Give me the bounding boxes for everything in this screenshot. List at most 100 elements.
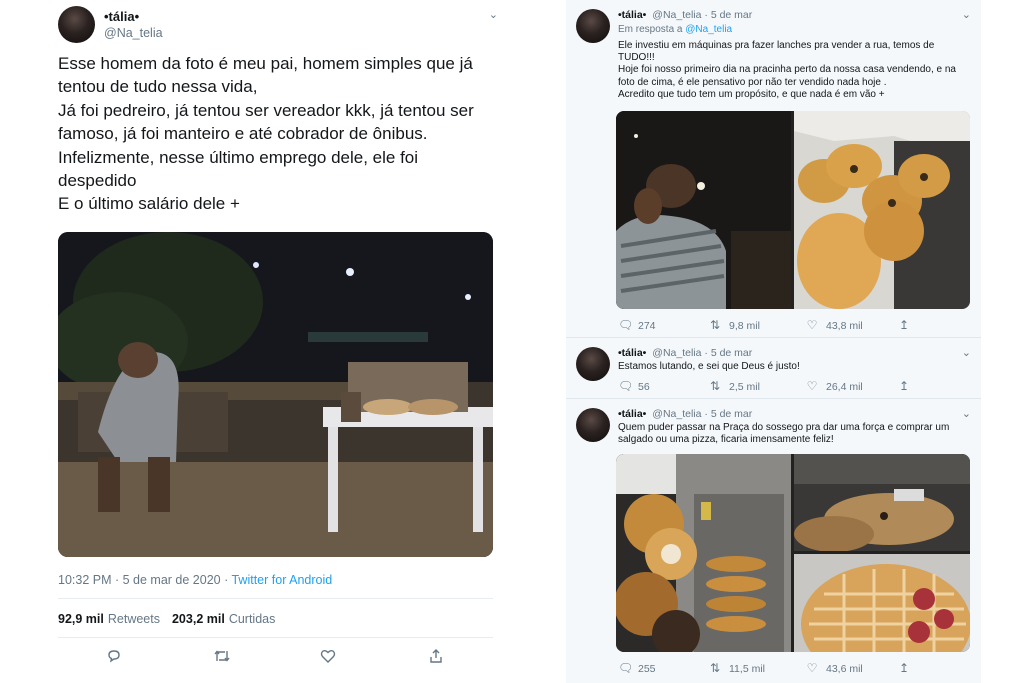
reply-to-prefix: Em resposta a (618, 24, 686, 35)
timestamp-text: 10:32 PM · 5 de mar de 2020 · (58, 573, 232, 587)
photo-pastries[interactable] (794, 111, 970, 309)
like-button[interactable]: ♡ 26,4 mil (806, 379, 863, 393)
retweet-icon: ⇅ (709, 318, 721, 332)
author-name[interactable]: •tália• (618, 9, 646, 21)
reply-count: 274 (638, 320, 656, 332)
avatar[interactable] (576, 347, 610, 381)
tweet-photo[interactable] (58, 232, 493, 557)
reply-icon (108, 650, 120, 663)
like-button[interactable] (320, 648, 336, 667)
author-name[interactable]: •tália• (104, 9, 139, 24)
tweet-date[interactable]: · 5 de mar (704, 9, 752, 21)
main-tweet: •tália• @Na_telia ⌄ Esse homem da foto é… (44, 0, 506, 683)
tweet-text-line: Acredito que tudo tem um propósito, e qu… (618, 88, 885, 100)
like-count: 26,4 mil (826, 381, 863, 393)
tweet-date[interactable]: · 5 de mar (704, 347, 752, 359)
retweets-count: 92,9 mil (58, 612, 104, 626)
like-count: 43,8 mil (826, 320, 863, 332)
tweet-text: Estamos lutando, e sei que Deus é justo! (618, 361, 973, 373)
reply-to-handle[interactable]: @Na_telia (685, 24, 732, 35)
pastries-photo (794, 111, 970, 309)
reply-to-line: Em resposta a @Na_telia (618, 24, 973, 36)
like-button[interactable]: ♡ 43,8 mil (806, 318, 863, 332)
photo-oven-tray[interactable] (794, 454, 970, 552)
share-button[interactable]: ↥ (898, 318, 918, 332)
reply-icon: 🗨 (618, 661, 634, 675)
tweet-text-line: salgado ou uma pizza, ficaria imensament… (618, 434, 834, 446)
like-button[interactable]: ♡ 43,6 mil (806, 661, 863, 675)
retweet-count: 11,5 mil (729, 663, 765, 675)
night-plaza-photo (58, 232, 493, 557)
tweet-text-line: Estamos lutando, e sei que Deus é justo! (618, 361, 800, 372)
author-name[interactable]: •tália• (618, 347, 646, 359)
share-button[interactable]: ↥ (898, 379, 918, 393)
divider (58, 637, 493, 638)
share-icon: ↥ (898, 318, 910, 332)
tweet-header: •tália• @Na_telia ⌄ (58, 6, 498, 46)
reply-button[interactable]: 🗨 255 (618, 661, 656, 675)
oven-tray-photo (794, 454, 970, 552)
chevron-down-icon[interactable]: ⌄ (489, 8, 498, 21)
tweet-header: •tália• @Na_telia · 5 de mar (618, 347, 752, 359)
like-icon: ♡ (806, 318, 818, 332)
engagement-stats: 92,9 mil Retweets 203,2 mil Curtidas (58, 612, 275, 626)
tweet-media-grid[interactable] (616, 454, 970, 652)
likes-stat[interactable]: 203,2 mil Curtidas (172, 612, 275, 626)
retweets-stat[interactable]: 92,9 mil Retweets (58, 612, 160, 626)
reply-button[interactable]: 🗨 56 (618, 379, 650, 393)
avatar[interactable] (576, 9, 610, 43)
retweet-button[interactable]: ⇅ 11,5 mil (709, 661, 765, 675)
divider (58, 598, 493, 599)
retweets-label: Retweets (107, 612, 160, 626)
avatar[interactable] (58, 6, 95, 43)
like-count: 43,6 mil (826, 663, 863, 675)
tweet-text-line: E o último salário dele + (58, 194, 240, 214)
tweet-text-line: tentou de tudo nessa vida, (58, 77, 258, 97)
avatar[interactable] (576, 408, 610, 442)
tweet-text-line: Já foi pedreiro, já tentou ser vereador … (58, 100, 474, 120)
reply-count: 255 (638, 663, 656, 675)
retweet-button[interactable]: ⇅ 2,5 mil (709, 379, 760, 393)
source-link[interactable]: Twitter for Android (231, 573, 332, 587)
chevron-down-icon[interactable]: ⌄ (962, 346, 971, 359)
reply-tweet[interactable]: •tália• @Na_telia · 5 de mar ⌄ Em respos… (566, 0, 981, 337)
retweet-icon (214, 650, 230, 662)
reply-button[interactable]: 🗨 274 (618, 318, 656, 332)
chevron-down-icon[interactable]: ⌄ (962, 407, 971, 420)
reply-tweet[interactable]: •tália• @Na_telia · 5 de mar ⌄ Estamos l… (566, 338, 981, 397)
author-handle[interactable]: @Na_telia (104, 26, 163, 40)
like-icon: ♡ (806, 379, 818, 393)
tweet-text-line: despedido (58, 171, 137, 191)
share-icon: ↥ (898, 661, 910, 675)
reply-tweet[interactable]: •tália• @Na_telia · 5 de mar ⌄ Quem pude… (566, 399, 981, 683)
author-handle[interactable]: @Na_telia (652, 408, 701, 420)
retweet-count: 2,5 mil (729, 381, 760, 393)
tweet-text-line: Hoje foi nosso primeiro dia na pracinha … (618, 64, 956, 76)
photo-pizza[interactable] (794, 554, 970, 652)
tweet-timestamp: 10:32 PM · 5 de mar de 2020 · Twitter fo… (58, 573, 332, 587)
man-photo (616, 111, 791, 309)
retweet-button[interactable]: ⇅ 9,8 mil (709, 318, 760, 332)
tweet-media-grid[interactable] (616, 111, 970, 309)
photo-food-display[interactable] (616, 454, 791, 652)
likes-count: 203,2 mil (171, 612, 225, 626)
author-handle[interactable]: @Na_telia (652, 347, 701, 359)
author-name[interactable]: •tália• (618, 408, 646, 420)
photo-man-at-night[interactable] (616, 111, 791, 309)
retweet-button[interactable] (213, 648, 231, 667)
tweet-text: Quem puder passar na Praça do sossego pr… (618, 422, 973, 446)
reply-count: 56 (638, 381, 650, 393)
tweet-date[interactable]: · 5 de mar (704, 408, 752, 420)
author-handle[interactable]: @Na_telia (652, 9, 701, 21)
share-button[interactable] (428, 648, 444, 667)
like-icon: ♡ (806, 661, 818, 675)
chevron-down-icon[interactable]: ⌄ (962, 8, 971, 21)
tweet-text-line: Esse homem da foto é meu pai, homem simp… (58, 54, 473, 73)
retweet-count: 9,8 mil (729, 320, 760, 332)
share-icon (430, 649, 442, 663)
retweet-icon: ⇅ (709, 379, 721, 393)
retweet-icon: ⇅ (709, 661, 721, 675)
tweet-text-line: TUDO!!! (618, 52, 655, 64)
reply-button[interactable] (106, 648, 122, 667)
share-button[interactable]: ↥ (898, 661, 918, 675)
